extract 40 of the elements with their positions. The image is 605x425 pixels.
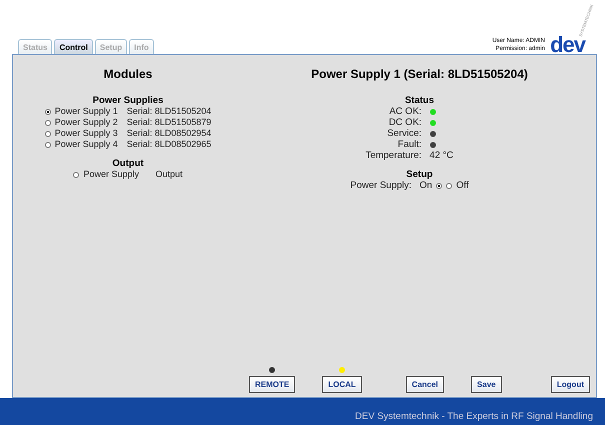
action-button[interactable]: Cancel (406, 376, 444, 393)
module-name[interactable]: Power Supply 3 (54, 128, 121, 139)
status-value: 42 °C (430, 150, 454, 161)
module-type: Output (155, 169, 183, 180)
tab[interactable]: Control (54, 39, 93, 54)
module-serial: Serial: 8LD08502965 (126, 139, 212, 150)
module-name[interactable]: Power Supply 1 (54, 106, 121, 117)
module-name[interactable]: Power Supply 4 (54, 139, 121, 150)
section-title: Setup (406, 169, 433, 180)
logo: dev (550, 36, 585, 54)
section-title: Output (112, 158, 144, 169)
setup-label: Power Supply: (350, 180, 412, 191)
radio-button[interactable] (44, 130, 51, 136)
radio-button[interactable] (436, 182, 442, 188)
status-label: AC OK: (388, 106, 422, 117)
module-name[interactable]: Power Supply 2 (54, 117, 121, 128)
option-label: Off (456, 180, 469, 191)
module-serial: Serial: 8LD08502954 (126, 128, 212, 139)
status-label: Temperature: (366, 150, 422, 161)
action-button[interactable]: Logout (550, 376, 590, 393)
detail-title: Power Supply 1 (Serial: 8LD51505204) (311, 67, 528, 81)
mode-button[interactable]: REMOTE (249, 376, 296, 393)
status-label: Service: (386, 128, 422, 139)
option-label: On (420, 180, 432, 191)
radio-button[interactable] (44, 142, 51, 148)
footer-text: DEV Systemtechnik - The Experts in RF Signal Handling (355, 411, 593, 422)
radio-button[interactable] (44, 120, 51, 126)
status-label: Fault: (396, 139, 422, 150)
module-serial: Serial: 8LD51505879 (126, 117, 212, 128)
action-button[interactable]: Save (471, 376, 502, 393)
status-label: DC OK: (388, 117, 422, 128)
module-name[interactable]: Power Supply (83, 169, 150, 180)
section-title: Status (404, 95, 434, 106)
module-serial: Serial: 8LD51505204 (126, 106, 212, 117)
mode-button[interactable]: LOCAL (322, 376, 362, 393)
modules-title: Modules (104, 67, 152, 81)
radio-button[interactable] (44, 108, 51, 114)
section-title: Power Supplies (92, 95, 164, 106)
radio-button[interactable] (446, 182, 452, 188)
radio-button[interactable] (73, 172, 80, 178)
